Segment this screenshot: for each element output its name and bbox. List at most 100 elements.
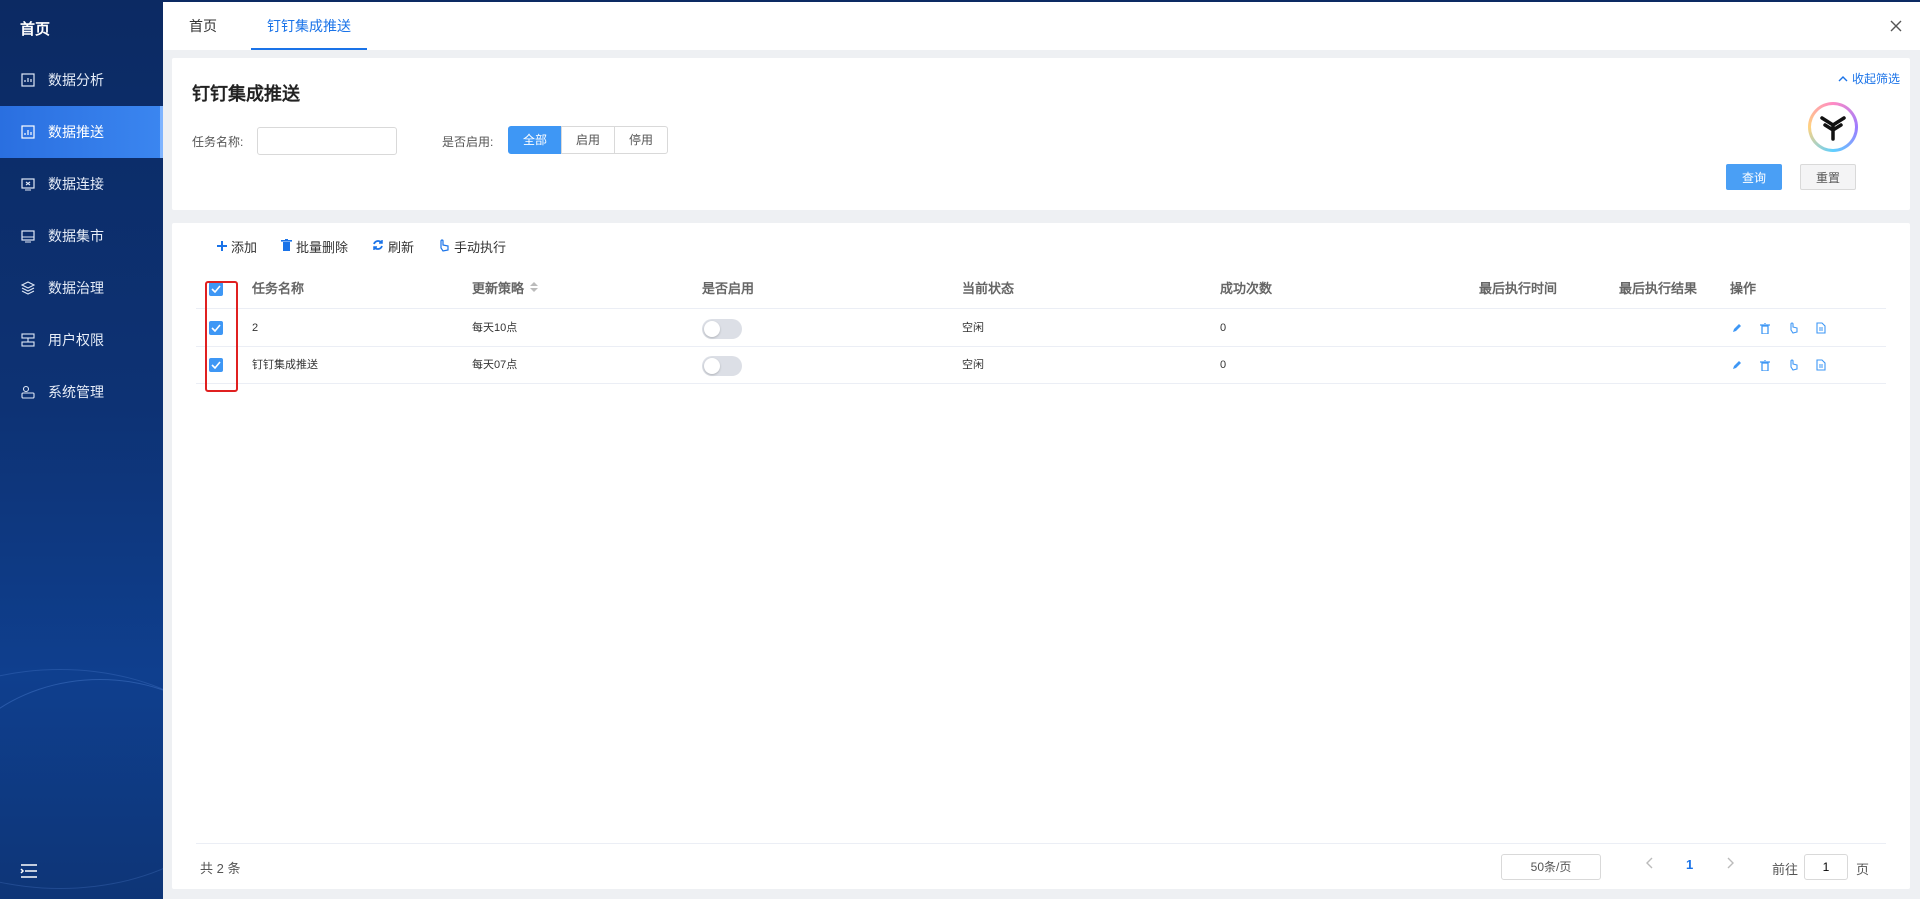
goto-suffix: 页	[1856, 862, 1870, 877]
tab-bar: 首页 钉钉集成推送	[163, 0, 1920, 50]
header-actions: 操作	[1730, 281, 1757, 296]
enabled-toggle[interactable]	[702, 319, 742, 339]
cell-task-name: 2	[252, 322, 259, 334]
table-row: 钉钉集成推送 每天07点 空闲 0	[196, 347, 1886, 384]
total-count: 共 2 条	[200, 861, 241, 876]
edit-icon[interactable]	[1730, 321, 1744, 335]
sidebar-item-push[interactable]: 数据推送	[0, 106, 163, 158]
next-page-icon[interactable]	[1726, 856, 1734, 872]
prev-page-icon[interactable]	[1646, 856, 1654, 872]
task-name-label: 任务名称:	[192, 135, 244, 149]
market-icon	[20, 228, 36, 244]
sidebar-item-system[interactable]: 系统管理	[0, 366, 163, 418]
sidebar-item-label: 数据推送	[48, 124, 104, 140]
page-number-current[interactable]: 1	[1686, 857, 1693, 872]
log-document-icon[interactable]	[1814, 358, 1828, 372]
sidebar-item-connection[interactable]: 数据连接	[0, 158, 163, 210]
sidebar-item-label: 系统管理	[48, 384, 104, 400]
table-toolbar: 添加 批量删除 刷新 手动执行	[217, 237, 506, 256]
refresh-button[interactable]: 刷新	[372, 237, 414, 256]
sidebar: 首页 数据分析 数据推送 数据连接 数据集市 数据治理 用户权限 系统管理	[0, 0, 163, 899]
enabled-option-off[interactable]: 停用	[614, 126, 669, 154]
collapse-filter-label: 收起筛选	[1851, 72, 1900, 86]
close-icon[interactable]	[1886, 16, 1906, 36]
trash-icon	[281, 239, 293, 254]
logo-icon	[1820, 116, 1846, 141]
sidebar-item-label: 数据分析	[48, 72, 104, 88]
connection-icon	[20, 176, 36, 192]
sidebar-item-label: 用户权限	[48, 332, 104, 348]
header-update-strategy[interactable]: 更新策略	[472, 269, 539, 309]
batch-delete-label: 批量删除	[296, 240, 349, 255]
enabled-label: 是否启用:	[442, 135, 494, 149]
edit-icon[interactable]	[1730, 358, 1744, 372]
query-button[interactable]: 查询	[1726, 164, 1782, 190]
run-pointer-icon[interactable]	[1786, 321, 1800, 335]
table-panel: 添加 批量删除 刷新 手动执行 任务名称 更新策略 是否启用 当前状态 成功次数…	[172, 223, 1910, 889]
sidebar-item-market[interactable]: 数据集市	[0, 210, 163, 262]
goto-page-input[interactable]	[1804, 854, 1848, 880]
plus-icon	[217, 239, 227, 254]
sidebar-home[interactable]: 首页	[20, 18, 50, 39]
header-task-name: 任务名称	[252, 281, 305, 296]
manual-run-label: 手动执行	[454, 240, 507, 255]
tab-dingtalk-push[interactable]: 钉钉集成推送	[251, 2, 367, 50]
system-icon	[20, 384, 36, 400]
goto-label: 前往	[1772, 862, 1799, 877]
add-label: 添加	[231, 240, 258, 255]
sidebar-item-label: 数据集市	[48, 228, 104, 244]
governance-icon	[20, 280, 36, 296]
header-last-exec-time: 最后执行时间	[1479, 281, 1558, 296]
header-update-strategy-label: 更新策略	[472, 281, 525, 296]
task-name-input[interactable]	[257, 127, 397, 155]
cell-success-count: 0	[1220, 359, 1227, 371]
sidebar-decoration	[0, 669, 163, 889]
table-row: 2 每天10点 空闲 0	[196, 310, 1886, 347]
sidebar-item-governance[interactable]: 数据治理	[0, 262, 163, 314]
collapse-filter-link[interactable]: 收起筛选	[1838, 70, 1900, 87]
log-document-icon[interactable]	[1814, 321, 1828, 335]
cell-status: 空闲	[962, 359, 984, 371]
push-icon	[20, 124, 36, 140]
delete-icon[interactable]	[1758, 321, 1772, 335]
cell-success-count: 0	[1220, 322, 1227, 334]
sidebar-item-analysis[interactable]: 数据分析	[0, 54, 163, 106]
refresh-icon	[372, 239, 384, 254]
row-actions	[1730, 321, 1828, 335]
manual-run-button[interactable]: 手动执行	[438, 237, 506, 256]
app-logo	[1808, 102, 1858, 152]
row-actions	[1730, 358, 1828, 372]
page-size-select[interactable]: 50条/页	[1501, 854, 1601, 880]
checkbox-highlight-annotation	[205, 281, 238, 392]
enabled-segmented-control: 全部 启用 停用	[508, 126, 669, 154]
enabled-toggle[interactable]	[702, 356, 742, 376]
batch-delete-button[interactable]: 批量删除	[281, 237, 348, 256]
cell-status: 空闲	[962, 322, 984, 334]
table-footer: 共 2 条 50条/页 1 前往 页	[196, 843, 1886, 889]
chevron-up-icon	[1838, 72, 1848, 86]
header-last-exec-result: 最后执行结果	[1619, 281, 1698, 296]
cell-update-strategy: 每天10点	[472, 322, 518, 334]
enabled-option-on[interactable]: 启用	[561, 126, 616, 154]
tab-home[interactable]: 首页	[189, 2, 217, 50]
cell-update-strategy: 每天07点	[472, 359, 518, 371]
refresh-label: 刷新	[388, 240, 415, 255]
add-button[interactable]: 添加	[217, 237, 257, 256]
sort-icon[interactable]	[530, 269, 539, 309]
analysis-icon	[20, 72, 36, 88]
page-title: 钉钉集成推送	[192, 84, 300, 104]
header-status: 当前状态	[962, 281, 1015, 296]
sidebar-item-label: 数据连接	[48, 176, 104, 192]
reset-button[interactable]: 重置	[1800, 164, 1856, 190]
sidebar-item-permission[interactable]: 用户权限	[0, 314, 163, 366]
filter-panel: 钉钉集成推送 任务名称: 是否启用: 全部 启用 停用 收起筛选 查询 重置	[172, 58, 1910, 210]
run-pointer-icon[interactable]	[1786, 358, 1800, 372]
hand-pointer-icon	[438, 238, 450, 255]
cell-task-name: 钉钉集成推送	[252, 359, 318, 371]
header-enabled: 是否启用	[702, 281, 755, 296]
header-success-count: 成功次数	[1220, 281, 1273, 296]
delete-icon[interactable]	[1758, 358, 1772, 372]
menu-collapse-icon[interactable]	[20, 863, 38, 879]
table-header: 任务名称 更新策略 是否启用 当前状态 成功次数 最后执行时间 最后执行结果 操…	[196, 269, 1886, 309]
enabled-option-all[interactable]: 全部	[508, 126, 563, 154]
